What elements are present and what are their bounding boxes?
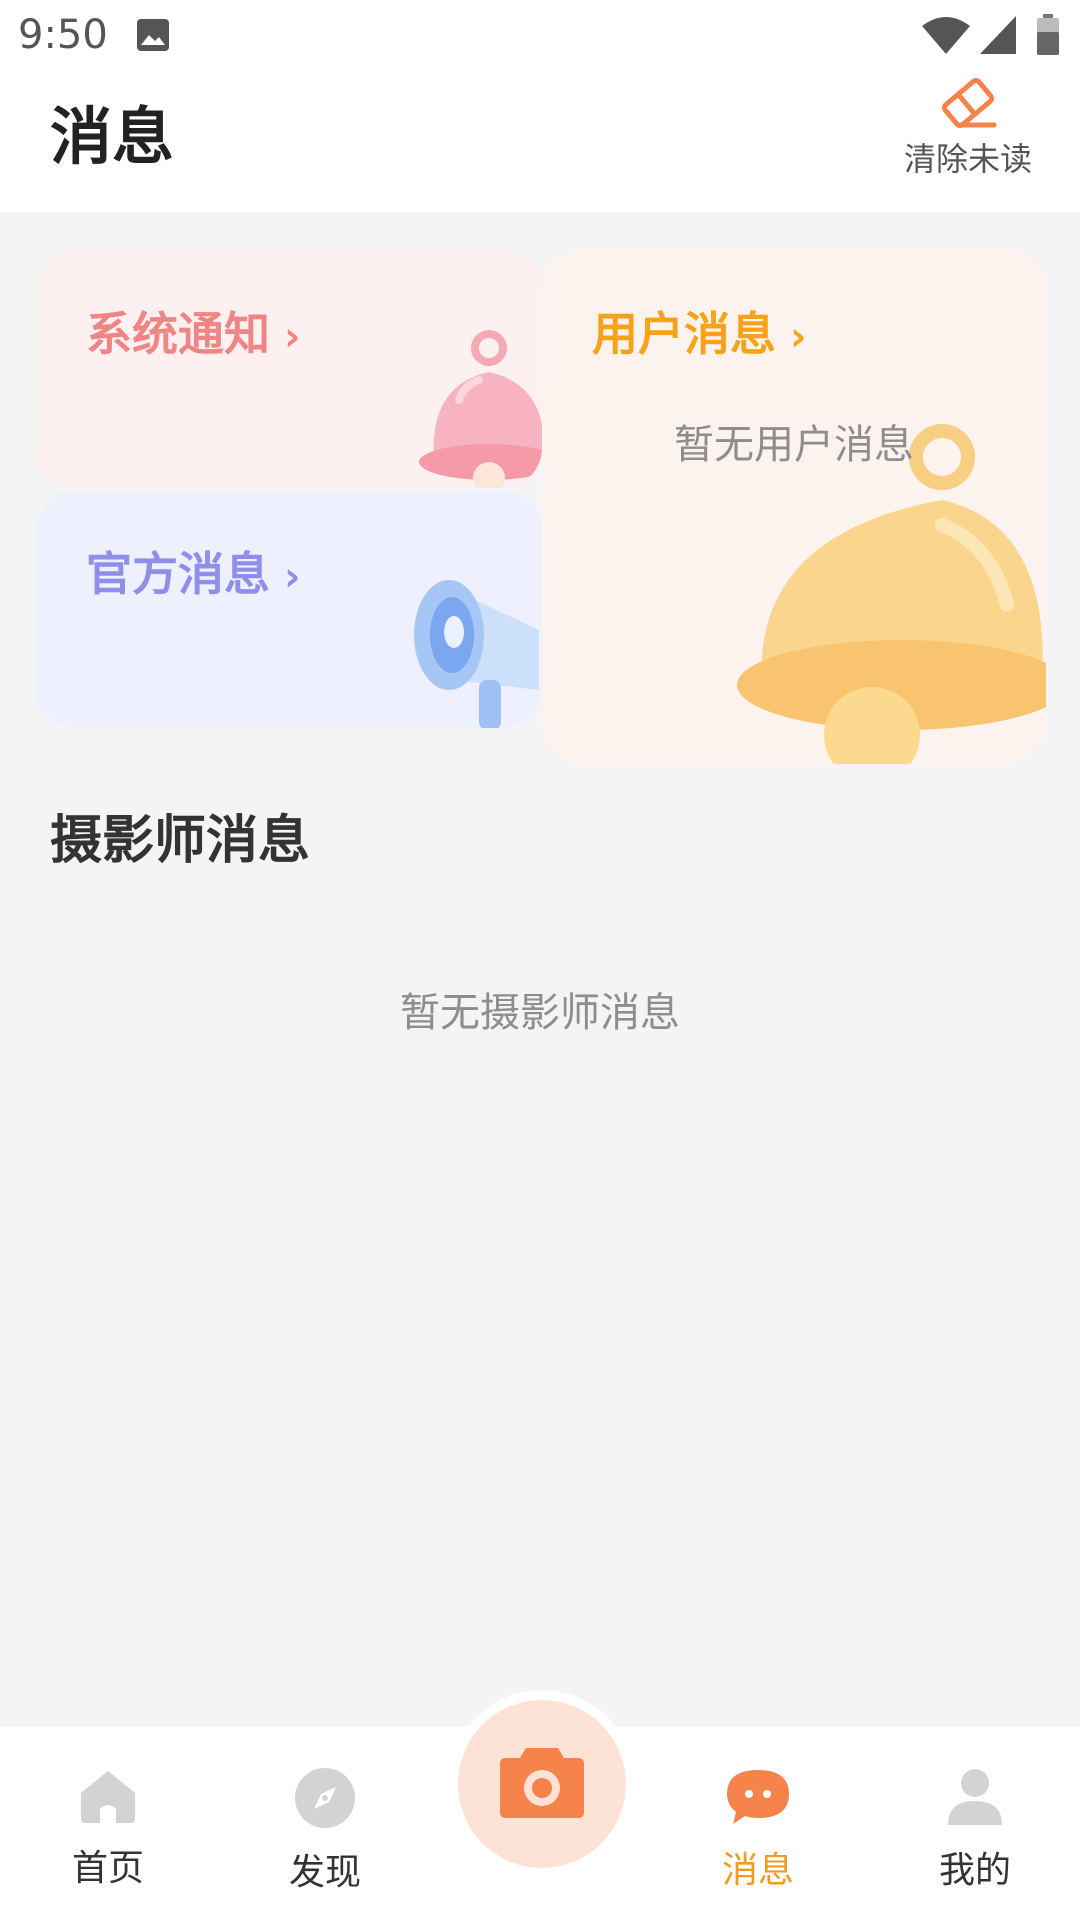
bell-icon	[419, 330, 542, 488]
wifi-icon	[922, 17, 970, 54]
person-icon	[948, 1769, 1002, 1825]
photographer-empty-text: 暂无摄影师消息	[400, 990, 680, 1036]
status-time: 9:50	[18, 12, 108, 58]
tab-discover[interactable]: 发现	[245, 1767, 405, 1895]
chevron-right-icon: ›	[284, 314, 301, 360]
official-message-title: 官方消息 ›	[86, 538, 300, 604]
tab-home-label: 首页	[71, 1848, 144, 1889]
user-message-title: 用户消息 ›	[592, 298, 806, 364]
clear-unread-label: 清除未读	[903, 140, 1032, 178]
megaphone-icon	[414, 580, 539, 728]
system-notification-card[interactable]: 系统通知 ›	[36, 250, 542, 488]
chevron-right-icon: ›	[790, 314, 807, 360]
compass-icon	[295, 1768, 355, 1828]
tab-home[interactable]: 首页	[28, 1767, 188, 1891]
signal-icon	[980, 16, 1016, 54]
camera-icon	[500, 1748, 584, 1818]
camera-button[interactable]	[458, 1700, 626, 1868]
tab-message[interactable]: 消息	[678, 1767, 838, 1893]
chat-bubble-icon	[727, 1770, 789, 1824]
tab-discover-label: 发现	[288, 1852, 361, 1893]
status-bar: 9:50	[0, 0, 1080, 72]
eraser-icon	[941, 78, 997, 128]
chevron-right-icon: ›	[284, 554, 301, 600]
user-message-empty-text: 暂无用户消息	[674, 422, 914, 468]
user-message-label: 用户消息	[592, 307, 776, 361]
battery-icon	[1037, 14, 1059, 55]
official-message-label: 官方消息	[86, 547, 270, 601]
home-icon	[81, 1771, 135, 1823]
tab-mine-label: 我的	[938, 1850, 1011, 1891]
system-notification-title: 系统通知 ›	[86, 298, 300, 364]
tab-message-label: 消息	[721, 1850, 794, 1891]
tab-mine[interactable]: 我的	[895, 1767, 1055, 1893]
page-title: 消息	[50, 100, 175, 173]
official-message-card[interactable]: 官方消息 ›	[36, 490, 542, 728]
photographer-section-title: 摄影师消息	[50, 811, 311, 871]
user-message-card[interactable]: 用户消息 › 暂无用户消息	[542, 250, 1046, 764]
system-notification-label: 系统通知	[86, 307, 270, 361]
header: 9:50 消息 清除未读	[0, 0, 1080, 212]
image-notification-icon	[137, 19, 169, 51]
clear-unread-button[interactable]: 清除未读	[896, 78, 1040, 178]
